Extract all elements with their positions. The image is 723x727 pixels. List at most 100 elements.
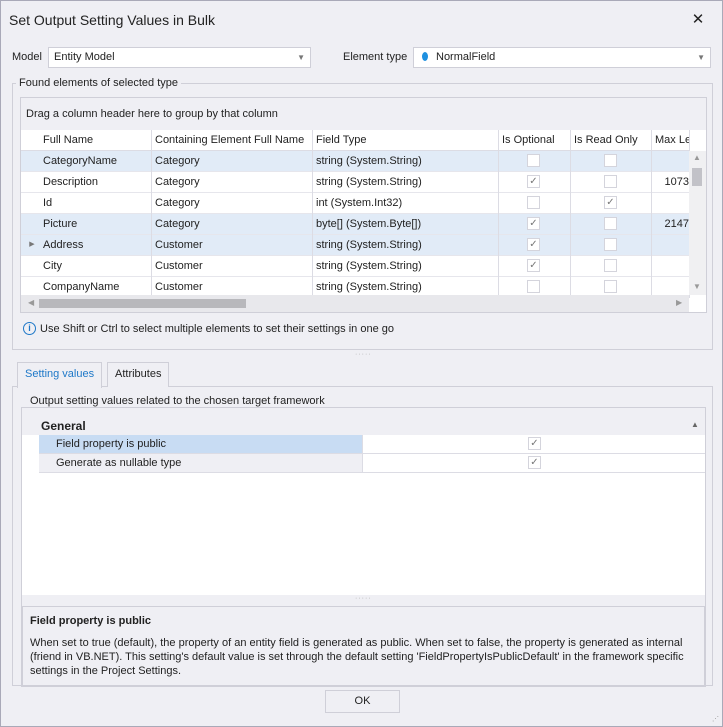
model-combo[interactable]: Entity Model ▼ [48,47,311,68]
vertical-scroll-thumb[interactable] [692,168,702,186]
horizontal-scrollbar[interactable]: ◀ ▶ [21,295,689,312]
cell-max-length[interactable] [652,193,690,214]
checkbox-readonly[interactable] [604,238,617,251]
cell-name[interactable]: Description [40,172,152,193]
tab-setting-values[interactable]: Setting values [17,362,103,388]
collapse-icon[interactable]: ▲ [691,420,699,429]
tab-attributes[interactable]: Attributes [107,362,170,387]
cell-name[interactable]: City [40,256,152,277]
info-text: Use Shift or Ctrl to select multiple ele… [40,323,394,335]
cell-container[interactable]: Category [152,193,313,214]
table-row[interactable]: City Customer string (System.String) ✓ [21,256,690,277]
cell-max-length[interactable] [652,235,690,256]
scroll-up-icon[interactable]: ▲ [693,153,701,162]
cell-name[interactable]: CategoryName [40,151,152,172]
ok-button[interactable]: OK [325,690,400,713]
checkbox-optional[interactable] [527,196,540,209]
table-row[interactable]: CategoryName Category string (System.Strin… [21,151,690,172]
cell-type[interactable]: int (System.Int32) [313,193,499,214]
scroll-right-icon[interactable]: ▶ [676,298,682,307]
column-header[interactable]: Containing Element Full Name [152,130,313,151]
model-value: Entity Model [54,51,115,63]
checkbox-optional[interactable]: ✓ [527,217,540,230]
vertical-scrollbar[interactable]: ▲ ▼ [689,151,706,295]
cell-container[interactable]: Customer [152,256,313,277]
dialog-window: Set Output Setting Values in Bulk ✕ Mode… [0,0,723,727]
cell-optional [499,151,571,172]
dialog-title: Set Output Setting Values in Bulk [9,12,215,28]
cell-readonly [571,214,652,235]
property-row[interactable]: Field property is public ✓ [39,435,705,454]
cell-name[interactable]: Picture [40,214,152,235]
element-type-combo[interactable]: NormalField ▼ [413,47,711,68]
cell-readonly [571,151,652,172]
property-checkbox[interactable]: ✓ [528,437,541,450]
chevron-down-icon: ▼ [297,53,305,62]
cell-type[interactable]: string (System.String) [313,256,499,277]
cell-type[interactable]: byte[] (System.Byte[]) [313,214,499,235]
element-type-label: Element type [343,51,408,63]
cell-type[interactable]: string (System.String) [313,235,499,256]
cell-container[interactable]: Customer [152,235,313,256]
cell-container[interactable]: Category [152,151,313,172]
checkbox-readonly[interactable] [604,154,617,167]
cell-type[interactable]: string (System.String) [313,151,499,172]
table-row[interactable]: Id Category int (System.Int32) ✓ [21,193,690,214]
output-settings-title: Output setting values related to the cho… [27,395,328,407]
cell-type[interactable]: string (System.String) [313,172,499,193]
cell-optional [499,193,571,214]
cell-max-length[interactable]: 1073 [652,172,690,193]
cell-optional: ✓ [499,235,571,256]
cell-readonly [571,256,652,277]
checkbox-optional[interactable] [527,154,540,167]
property-label: Field property is public [39,435,363,453]
close-button[interactable]: ✕ [689,10,707,28]
element-type-value: NormalField [436,51,496,63]
grid-header: Full Name Containing Element Full Name Fie… [21,130,690,151]
checkbox-optional[interactable] [527,280,540,293]
checkbox-optional[interactable]: ✓ [527,238,540,251]
checkbox-readonly[interactable] [604,280,617,293]
elements-grid[interactable]: Drag a column header here to group by th… [20,97,707,313]
cell-readonly [571,235,652,256]
checkbox-readonly[interactable]: ✓ [604,196,617,209]
property-label: Generate as nullable type [39,454,363,472]
cell-container[interactable]: Category [152,214,313,235]
chevron-down-icon: ▼ [697,53,705,62]
cell-name[interactable]: Address [40,235,152,256]
cell-max-length[interactable]: 2147 [652,214,690,235]
checkbox-readonly[interactable] [604,217,617,230]
checkbox-optional[interactable]: ✓ [527,259,540,272]
checkbox-readonly[interactable] [604,259,617,272]
diamond-field-icon [422,52,428,61]
description-title: Field property is public [30,615,152,627]
resize-grip[interactable]: ⋰ [712,715,719,723]
cell-optional: ✓ [499,214,571,235]
column-header[interactable]: Is Read Only [571,130,652,151]
column-header[interactable]: Field Type [313,130,499,151]
cell-max-length[interactable] [652,151,690,172]
property-checkbox[interactable]: ✓ [528,456,541,469]
cell-optional: ✓ [499,256,571,277]
group-panel-hint[interactable]: Drag a column header here to group by th… [21,98,706,130]
cell-name[interactable]: Id [40,193,152,214]
cell-max-length[interactable] [652,256,690,277]
category-general: General [41,419,86,433]
category-row[interactable] [22,415,705,435]
checkbox-optional[interactable]: ✓ [527,175,540,188]
splitter-handle[interactable]: ····· [355,595,372,602]
splitter-handle[interactable]: ····· [355,351,372,358]
table-row[interactable]: Description Category string (System.String… [21,172,690,193]
column-header[interactable]: Is Optional [499,130,571,151]
checkbox-readonly[interactable] [604,175,617,188]
column-header[interactable]: Max Lengt [652,130,690,151]
horizontal-scroll-thumb[interactable] [39,299,246,308]
scroll-down-icon[interactable]: ▼ [693,282,701,291]
cell-container[interactable]: Category [152,172,313,193]
property-row[interactable]: Generate as nullable type ✓ [39,454,705,473]
table-row[interactable]: ▶ Address Customer string (System.String) ✓ [21,235,690,256]
cell-readonly [571,172,652,193]
column-header[interactable]: Full Name [40,130,152,151]
scroll-left-icon[interactable]: ◀ [28,298,34,307]
table-row[interactable]: Picture Category byte[] (System.Byte[]) ✓ 21… [21,214,690,235]
